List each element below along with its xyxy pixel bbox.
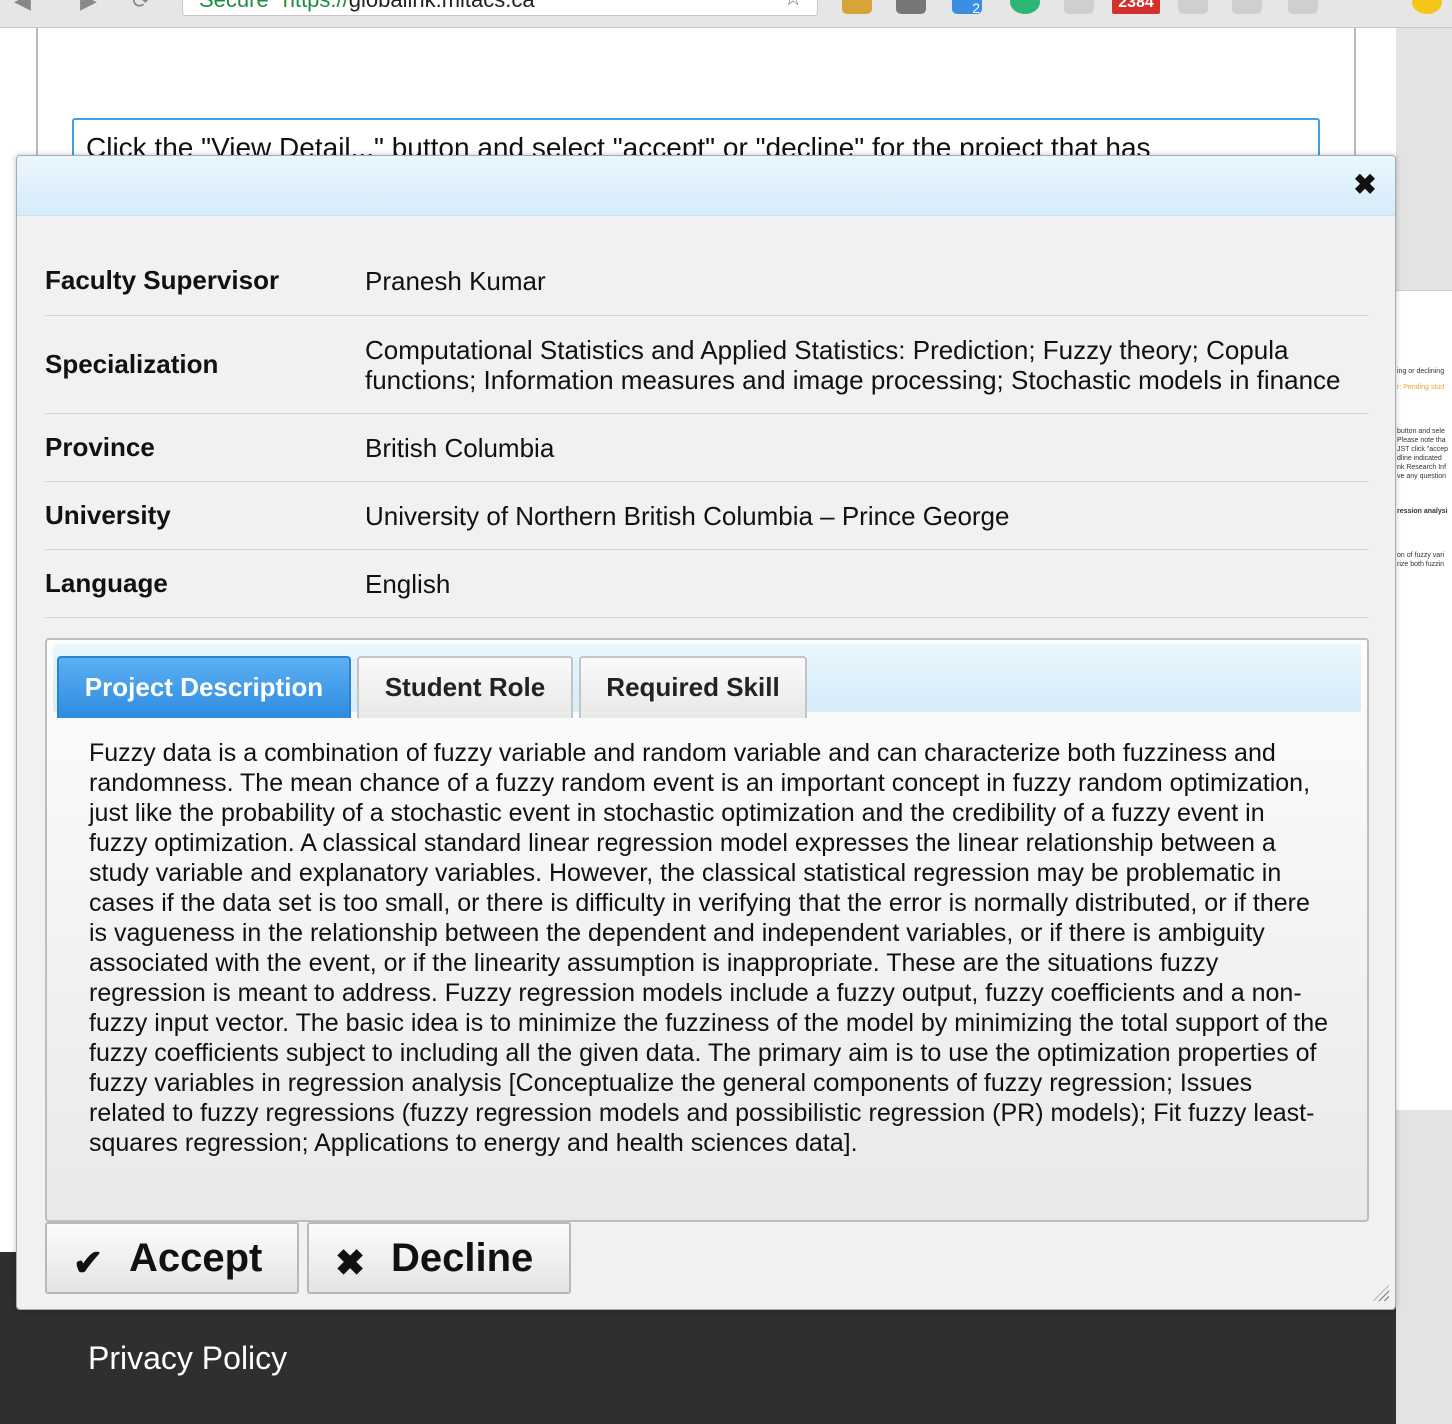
snippet-text: ve any question (1397, 473, 1447, 480)
snippet-text: JST click "accep (1397, 446, 1448, 453)
tab-bar: Project Description Student Role Require… (53, 644, 1361, 718)
decline-button[interactable]: ✖ Decline (307, 1222, 571, 1294)
accept-label: Accept (129, 1236, 263, 1280)
field-label: Faculty Supervisor (45, 265, 280, 295)
snippet-text: button and sele (1397, 428, 1445, 435)
accept-button[interactable]: ✔ Accept (45, 1222, 299, 1294)
url-host: globalink.mitacs.ca (349, 0, 535, 12)
field-label: Language (45, 568, 168, 598)
field-value: Pranesh Kumar (365, 265, 546, 296)
field-label: Province (45, 432, 155, 462)
snippet-text: on of fuzzy vari (1397, 552, 1445, 559)
extension-icon[interactable] (1064, 0, 1094, 14)
browser-toolbar: ◀ ▶ ⟳ Secure https://globalink.mitacs.ca … (0, 0, 1452, 28)
forward-arrow-icon[interactable]: ▶ (80, 0, 97, 14)
background-window-panel: ing or declining r: Pending stud button … (1396, 290, 1452, 1110)
extension-icon[interactable] (1010, 0, 1040, 14)
field-label: University (45, 500, 171, 530)
snippet-text: rize both fuzzin (1397, 561, 1445, 568)
extension-icon[interactable] (842, 0, 872, 14)
address-bar[interactable]: Secure https://globalink.mitacs.ca ☆ (182, 0, 818, 16)
snippet-text: dline indicated (1397, 455, 1442, 462)
info-row-specialization: Specialization Computational Statistics … (45, 316, 1369, 414)
back-arrow-icon[interactable]: ◀ (14, 0, 31, 14)
extension-icon[interactable]: 2 (952, 0, 982, 16)
tab-required-skill[interactable]: Required Skill (579, 656, 807, 718)
field-value: University of Northern British Columbia … (365, 500, 1010, 531)
extension-icon[interactable] (1288, 0, 1318, 14)
project-description-text: Fuzzy data is a combination of fuzzy var… (89, 739, 1329, 1157)
field-value: English (365, 568, 451, 599)
field-label: Specialization (45, 349, 219, 379)
resize-grip-icon[interactable] (1373, 1285, 1389, 1301)
project-info-table: Faculty Supervisor Pranesh Kumar Special… (45, 246, 1369, 618)
extension-count-badge[interactable]: 2384 (1112, 0, 1160, 14)
secure-label: Secure (199, 0, 269, 12)
info-row-province: Province British Columbia (45, 414, 1369, 482)
emoji-extension-icon[interactable] (1412, 0, 1442, 14)
dialog-titlebar[interactable]: ✖ (17, 156, 1395, 216)
info-row-university: University University of Northern Britis… (45, 482, 1369, 550)
info-row-language: Language English (45, 550, 1369, 618)
snippet-text: r: Pending stud (1397, 384, 1445, 391)
extension-icon[interactable] (1178, 0, 1208, 14)
snippet-text: ing or declining (1397, 368, 1445, 375)
x-mark-icon: ✖ (335, 1242, 366, 1283)
decline-label: Decline (391, 1236, 534, 1280)
tab-project-description[interactable]: Project Description (57, 656, 351, 718)
reload-icon[interactable]: ⟳ (132, 0, 150, 14)
snippet-text: Please note tha (1397, 437, 1446, 444)
info-row-supervisor: Faculty Supervisor Pranesh Kumar (45, 246, 1369, 316)
bookmark-star-icon[interactable]: ☆ (783, 0, 803, 11)
privacy-policy-link[interactable]: Privacy Policy (88, 1340, 287, 1377)
background-window-strip: ing or declining r: Pending stud button … (1396, 28, 1452, 1424)
url-protocol: https:// (283, 0, 349, 12)
close-icon[interactable]: ✖ (1353, 170, 1377, 200)
project-detail-dialog: ✖ Faculty Supervisor Pranesh Kumar Speci… (16, 155, 1396, 1310)
checkmark-icon: ✔ (73, 1242, 104, 1283)
extension-icon[interactable] (896, 0, 926, 14)
extension-icon[interactable] (1232, 0, 1262, 14)
snippet-text: ression analysi (1397, 508, 1448, 515)
project-tabs: Project Description Student Role Require… (45, 638, 1369, 1222)
snippet-text: nk Research Inf (1397, 464, 1447, 471)
field-value: British Columbia (365, 432, 555, 463)
tab-student-role[interactable]: Student Role (357, 656, 573, 718)
field-value: Computational Statistics and Applied Sta… (365, 334, 1341, 395)
